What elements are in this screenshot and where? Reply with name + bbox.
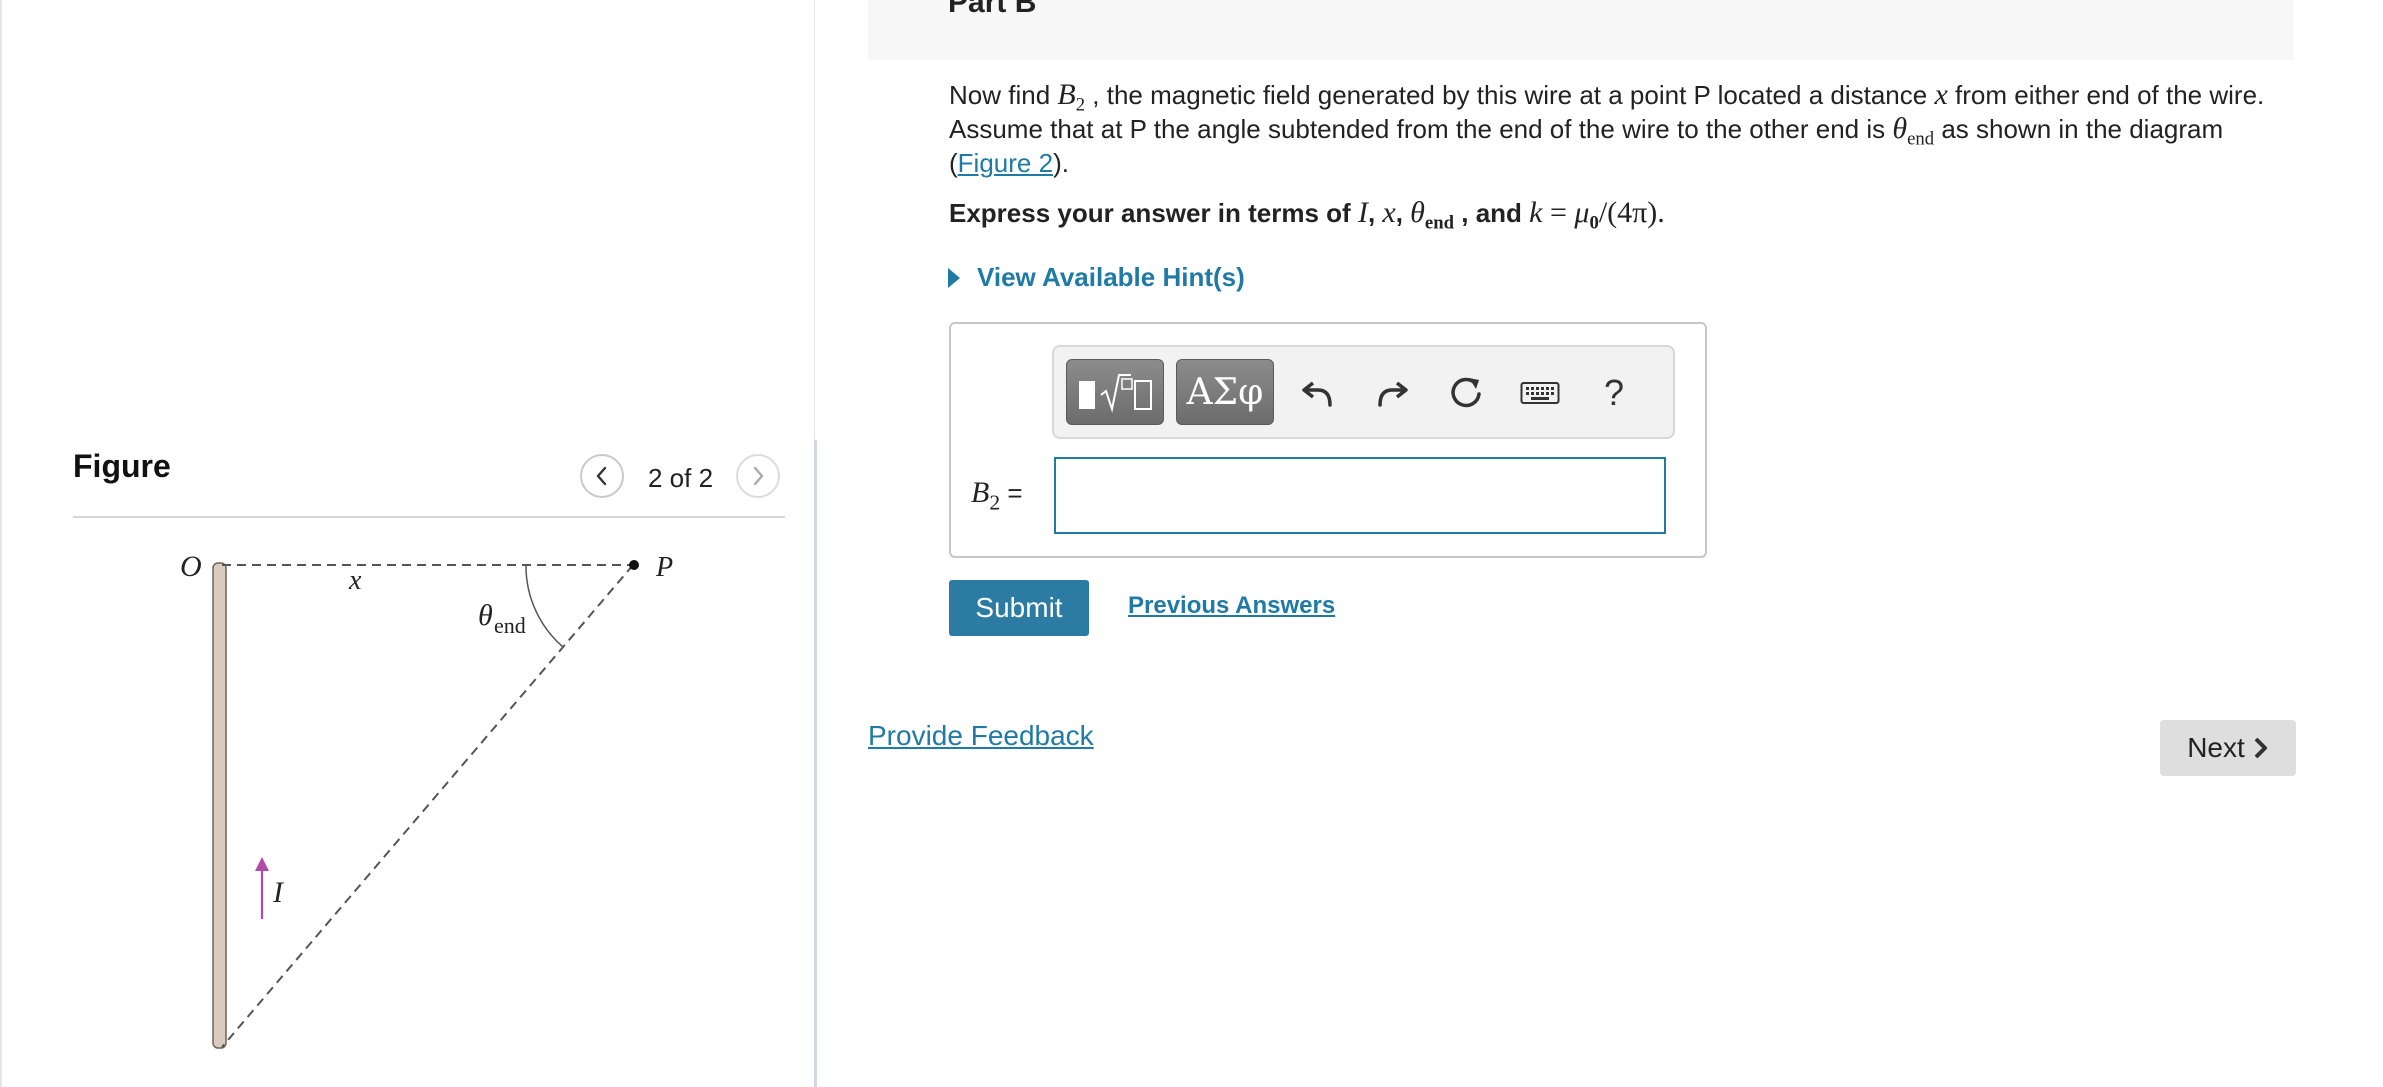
redo-icon: [1378, 381, 1408, 407]
answer-label: B2 =: [971, 476, 1023, 513]
part-header: Part B: [868, 0, 2293, 60]
reset-button[interactable]: [1438, 365, 1494, 421]
greek-symbols-button[interactable]: ΑΣφ: [1176, 359, 1274, 425]
instruction-mu-sub: 0: [1589, 212, 1599, 234]
instruction-prefix: Express your answer in terms of: [949, 198, 1358, 228]
label-p: P: [655, 552, 673, 583]
undo-button[interactable]: [1290, 365, 1346, 421]
instruction-i: I: [1357, 196, 1368, 229]
current-arrow-head: [255, 857, 269, 871]
instruction-x: x: [1382, 196, 1396, 229]
label-o: O: [180, 550, 202, 583]
question-text: Now find B2 , the magnetic field generat…: [949, 78, 2289, 180]
answer-label-subscript: 2: [989, 490, 1001, 515]
figure-counter: 2 of 2: [648, 463, 714, 493]
b2-subscript: 2: [1075, 94, 1086, 116]
next-figure-button[interactable]: [736, 454, 780, 498]
instruction-eq: =: [1542, 196, 1575, 229]
next-button[interactable]: Next: [2160, 720, 2296, 776]
chevron-right-icon: [2254, 737, 2267, 759]
chevron-left-icon: [596, 466, 607, 486]
label-i: I: [272, 876, 285, 909]
instruction-theta-sub: end: [1424, 212, 1455, 234]
keyboard-icon: [1520, 382, 1560, 404]
pane-divider-top: [814, 0, 815, 440]
b2-symbol: B: [1057, 78, 1076, 111]
math-toolbar: ΑΣφ ?: [1052, 345, 1675, 439]
instruction-mu: μ: [1574, 196, 1590, 229]
templates-button[interactable]: [1066, 359, 1164, 425]
answer-label-symbol: B: [971, 476, 990, 509]
templates-sqrt-icon: [1079, 374, 1152, 413]
label-theta-sub: end: [494, 613, 526, 638]
submit-button[interactable]: Submit: [949, 580, 1089, 636]
question-text-5: ).: [1053, 148, 1069, 178]
redo-button[interactable]: [1364, 365, 1420, 421]
figure-divider: [73, 516, 785, 518]
instruction-and: , and: [1454, 198, 1530, 228]
question-text-1: Now find: [949, 80, 1058, 110]
chevron-right-icon: [753, 466, 764, 486]
theta-symbol: θ: [1892, 112, 1908, 145]
instruction-k: k: [1529, 196, 1543, 229]
part-title: Part B: [948, 0, 1037, 19]
previous-figure-button[interactable]: [580, 454, 624, 498]
answer-input[interactable]: [1054, 457, 1666, 534]
previous-answers-link[interactable]: Previous Answers: [1128, 592, 1335, 620]
answer-instruction: Express your answer in terms of I, x, θe…: [949, 196, 1665, 232]
figure-2-link[interactable]: Figure 2: [958, 148, 1053, 178]
label-theta: θ: [478, 599, 493, 632]
subtend-line: [221, 564, 634, 1048]
answer-label-equals: =: [1000, 478, 1023, 508]
x-symbol: x: [1934, 78, 1948, 111]
instruction-tail: /(4π).: [1598, 196, 1665, 229]
theta-subscript: end: [1907, 128, 1935, 150]
view-hints-toggle[interactable]: View Available Hint(s): [947, 262, 1245, 293]
label-x: x: [348, 565, 362, 596]
pane-resize-handle[interactable]: [814, 440, 817, 1087]
figure-title: Figure: [73, 448, 171, 484]
view-hints-label: View Available Hint(s): [977, 262, 1245, 292]
wire-diagram: O x P θ end I: [180, 550, 673, 1049]
caret-right-icon: [948, 267, 960, 288]
point-p: [629, 560, 639, 570]
reset-icon: [1451, 377, 1481, 408]
wire: [212, 562, 227, 1049]
provide-feedback-link[interactable]: Provide Feedback: [868, 720, 1094, 752]
question-text-2: , the magnetic field generated by this w…: [1085, 80, 1935, 110]
instruction-comma-1: ,: [1367, 198, 1383, 228]
instruction-comma-2: ,: [1395, 198, 1411, 228]
help-button[interactable]: ?: [1586, 365, 1642, 421]
next-button-label: Next: [2187, 732, 2245, 763]
angle-arc: [525, 564, 564, 648]
undo-icon: [1302, 381, 1332, 407]
keyboard-button[interactable]: [1512, 365, 1568, 421]
instruction-theta: θ: [1410, 196, 1425, 229]
